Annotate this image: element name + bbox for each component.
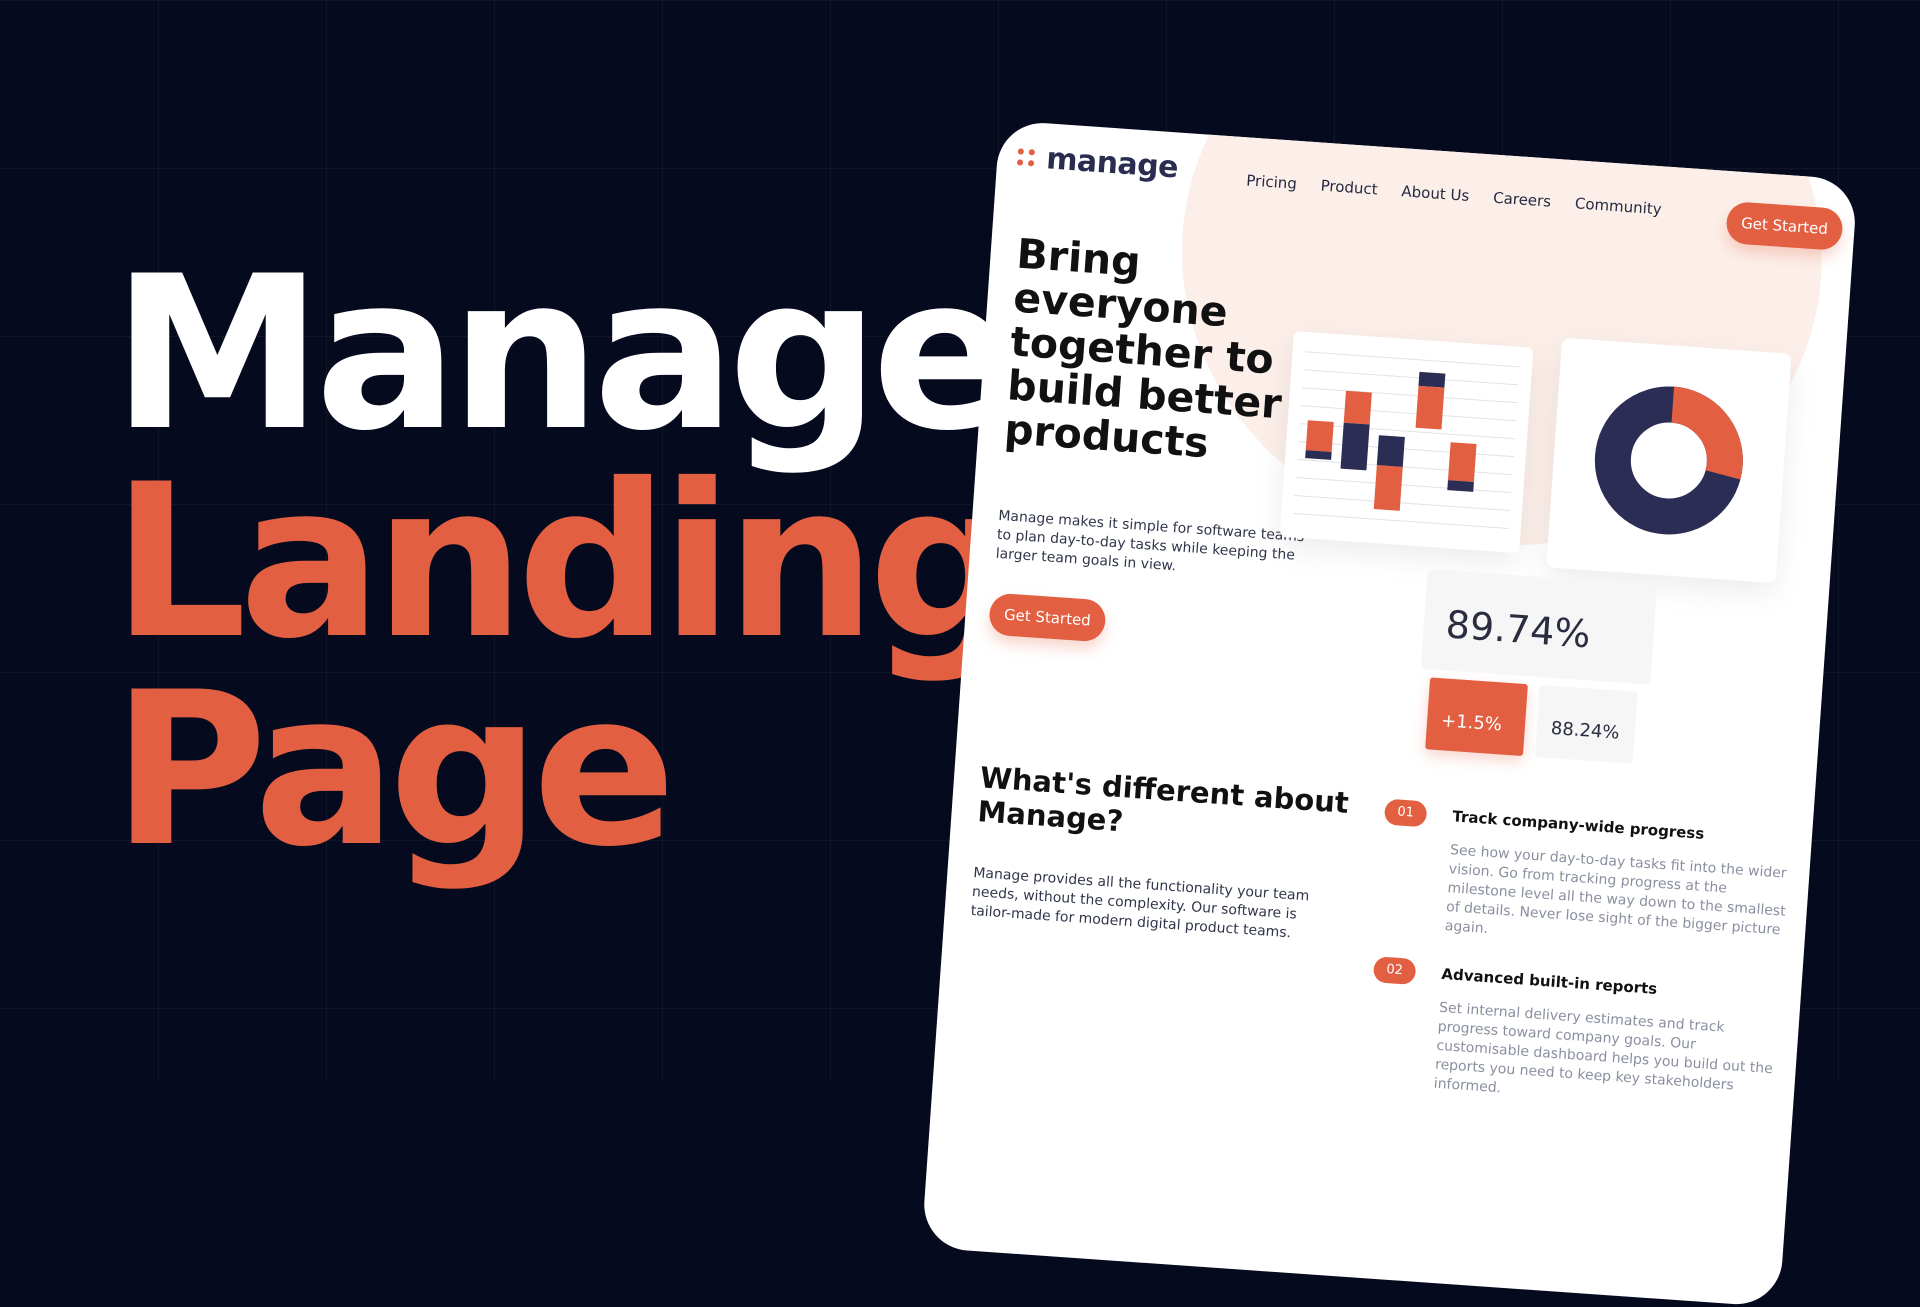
stat-change-card: +1.5% (1425, 677, 1528, 757)
bar-chart-illustration (1293, 351, 1521, 529)
header-get-started-button[interactable]: Get Started (1725, 200, 1844, 251)
feature-1-number-badge: 01 (1383, 798, 1428, 828)
hero-title-line-2: Landing (112, 438, 1020, 685)
nav-item-pricing[interactable]: Pricing (1246, 171, 1298, 192)
stat-change-value: +1.5% (1440, 710, 1503, 736)
donut-chart-illustration (1594, 386, 1743, 535)
logo-dots-icon (1016, 148, 1036, 167)
mockup-lead-text: Manage makes it simple for software team… (995, 507, 1305, 575)
hero-title-line-3: Page (112, 646, 676, 893)
hero-title: Manage Landing Page (112, 230, 1020, 893)
bar-chart-panel (1279, 331, 1534, 554)
section-lead-text: Manage provides all the functionality yo… (970, 864, 1310, 942)
logo[interactable]: manage (1016, 139, 1179, 185)
stat-secondary-card: 88.24% (1534, 685, 1638, 764)
feature-2-number-badge: 02 (1372, 956, 1417, 986)
stat-main-card: 89.74% (1420, 568, 1658, 685)
feature-2-description: Set internal delivery estimates and trac… (1433, 999, 1774, 1097)
donut-chart-panel (1546, 337, 1792, 584)
stat-secondary-value: 88.24% (1550, 717, 1621, 744)
feature-1-title: Track company-wide progress (1451, 807, 1705, 843)
feature-1-description: See how your day-to-day tasks fit into t… (1444, 842, 1788, 939)
feature-2-title: Advanced built-in reports (1440, 964, 1658, 998)
section-title: What's different about Manage? (976, 760, 1350, 839)
hero-get-started-button[interactable]: Get Started (988, 592, 1107, 643)
nav-item-product[interactable]: Product (1320, 177, 1378, 199)
hero-title-line-1: Manage (112, 230, 1016, 477)
landing-page-mockup: manage Pricing Product About Us Careers … (921, 120, 1858, 1307)
logo-text: manage (1045, 141, 1180, 186)
stat-main-value: 89.74% (1444, 602, 1592, 657)
